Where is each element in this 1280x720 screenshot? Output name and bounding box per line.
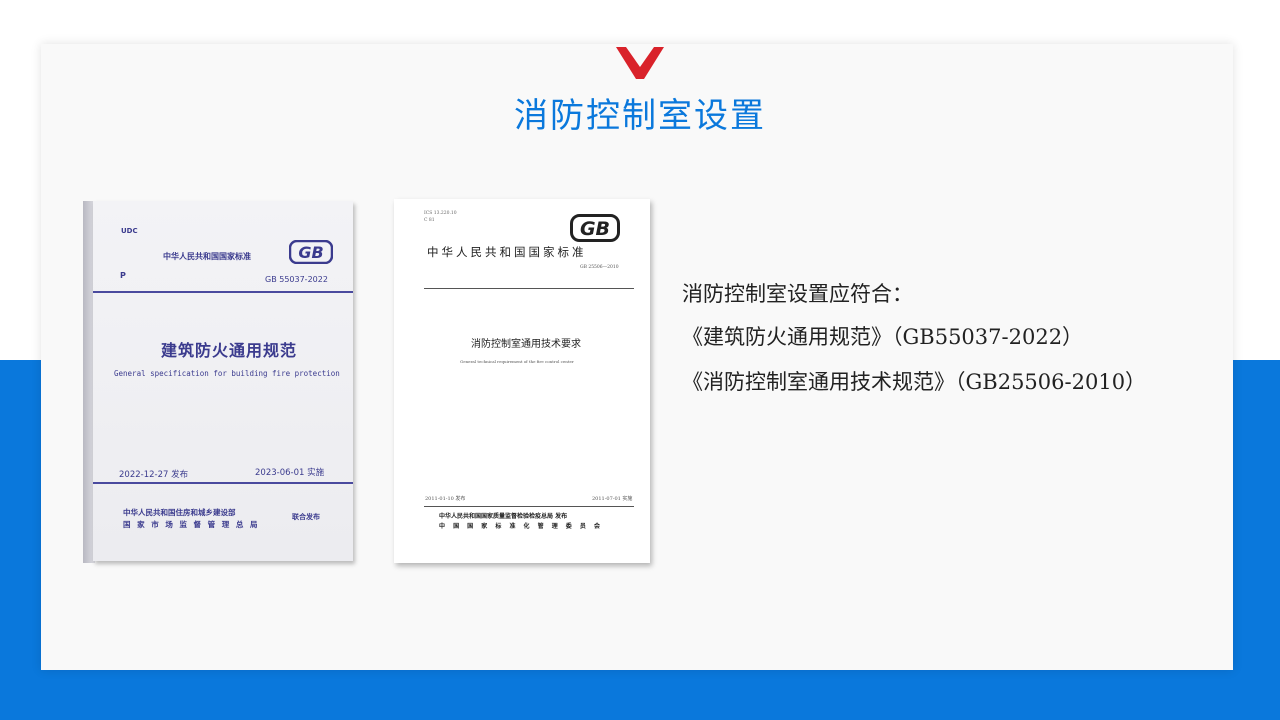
book-english-title: General technical requirement of the fir… [460,359,574,364]
gb-logo-icon: GB [289,240,333,264]
standard-name: 中华人民共和国国家标准 [427,245,587,259]
divider-top [424,288,634,289]
udc-label: UDC [121,227,138,235]
reference-gb25506: 《消防控制室通用技术规范》（GB25506-2010） [682,370,1147,394]
divider-bottom [424,506,634,507]
divider-top [93,291,353,293]
classification-code: C 81 [424,218,435,223]
implement-date: 2023-06-01 实施 [255,468,325,478]
book-english-title: General specification for building fire … [114,369,340,378]
category-label: P [120,271,126,280]
joint-publish-label: 联合发布 [292,513,320,521]
standard-name: 中华人民共和国国家标准 [163,252,251,261]
requirement-intro: 消防控制室设置应符合： [682,282,913,306]
standard-code: GB 55037-2022 [265,275,328,284]
publisher-line-2: 中 国 国 家 标 准 化 管 理 委 员 会 [439,523,603,530]
publish-date: 2011-01-10 发布 [425,496,466,502]
gb-logo-icon: GB [570,214,620,242]
book-title: 建筑防火通用规范 [161,341,298,360]
divider-bottom [93,482,353,484]
slide-title: 消防控制室设置 [514,96,766,136]
standard-code: GB 25506—2010 [580,265,619,270]
gb-logo-text: GB [298,243,323,262]
ics-code: ICS 13.220.10 [424,211,457,216]
book-title: 消防控制室通用技术要求 [471,339,581,350]
publisher-line-1: 中华人民共和国国家质量监督检验检疫总局 发布 [439,513,568,520]
v-logo-icon [616,47,664,79]
book-cover-gb25506: ICS 13.220.10 C 81 GB 中华人民共和国国家标准 GB 255… [394,199,650,563]
gb-logo-text: GB [580,218,610,240]
implement-date: 2011-07-01 实施 [592,496,633,502]
publisher-line-1: 中华人民共和国住房和城乡建设部 [123,508,236,517]
reference-gb55037: 《建筑防火通用规范》（GB55037-2022） [682,325,1084,349]
book-cover-front: UDC 中华人民共和国国家标准 GB P GB 55037-2022 建筑防火通… [93,201,353,561]
publisher-line-2: 国 家 市 场 监 督 管 理 总 局 [123,520,260,529]
publish-date: 2022-12-27 发布 [119,470,189,480]
book-cover-gb55037: UDC 中华人民共和国国家标准 GB P GB 55037-2022 建筑防火通… [83,201,353,563]
